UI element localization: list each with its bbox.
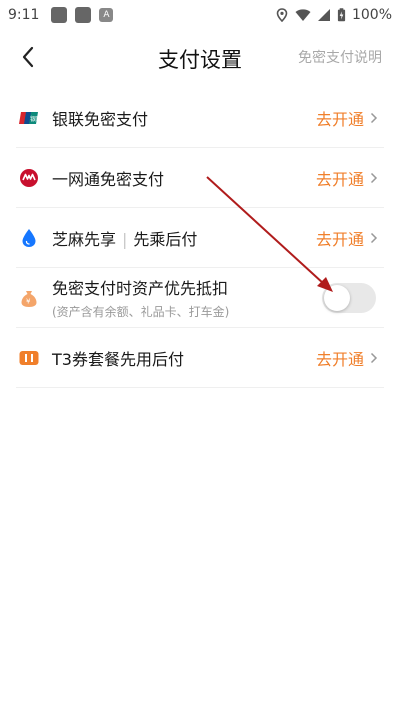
t3-coupon-icon [18, 347, 40, 369]
row-label: 免密支付时资产优先抵扣 [52, 279, 229, 298]
notification-icon [75, 7, 92, 23]
activate-button[interactable]: 去开通 [316, 226, 378, 250]
unionpay-icon: 银联 [18, 107, 40, 129]
money-bag-icon: ¥ [18, 287, 40, 309]
signal-icon [317, 9, 330, 21]
chevron-right-icon [370, 352, 378, 363]
asset-deduction-toggle[interactable] [322, 282, 376, 313]
row-label: 一网通免密支付 [52, 169, 165, 189]
status-time: 9:11 [8, 7, 40, 23]
notification-icon [51, 7, 68, 23]
row-t3-coupon[interactable]: T3券套餐先用后付 去开通 [16, 328, 384, 388]
location-icon [276, 8, 288, 22]
row-label: 银联免密支付 [52, 109, 149, 129]
sesame-drop-icon [18, 227, 40, 249]
row-label: T3券套餐先用后付 [52, 349, 184, 369]
row-asset-deduction: ¥ 免密支付时资产优先抵扣 (资产含有余额、礼品卡、打车金) [16, 268, 384, 328]
chevron-right-icon [370, 232, 378, 243]
row-label: 芝麻先享 | 先乘后付 [52, 226, 197, 250]
action-label: 去开通 [315, 109, 364, 129]
battery-percent: 100% [351, 7, 392, 23]
status-bar: 9:11 A 100% [0, 0, 400, 30]
row-text: 免密支付时资产优先抵扣 (资产含有余额、礼品卡、打车金) [52, 275, 229, 320]
wifi-icon [295, 9, 311, 21]
cmb-icon [18, 167, 40, 189]
svg-text:银联: 银联 [30, 115, 39, 123]
help-link[interactable]: 免密支付说明 [298, 47, 382, 67]
battery-icon [337, 8, 346, 22]
toggle-knob [324, 284, 350, 311]
header: 支付设置 免密支付说明 [0, 34, 400, 80]
row-sublabel: (资产含有余额、礼品卡、打车金) [52, 305, 230, 319]
row-label-main: 芝麻先享 [52, 229, 117, 249]
row-sesame[interactable]: 芝麻先享 | 先乘后付 去开通 [16, 208, 384, 268]
payment-settings-list: 银联 银联免密支付 去开通 一网通免密支付 去开通 [16, 88, 384, 388]
activate-button[interactable]: 去开通 [316, 106, 378, 130]
row-label-sub: 先乘后付 [133, 229, 198, 249]
action-label: 去开通 [315, 169, 364, 189]
separator: | [122, 229, 128, 249]
row-cmb-yiwangtong[interactable]: 一网通免密支付 去开通 [16, 148, 384, 208]
action-label: 去开通 [315, 349, 364, 369]
svg-text:¥: ¥ [26, 297, 31, 305]
row-unionpay[interactable]: 银联 银联免密支付 去开通 [16, 88, 384, 148]
status-right: 100% [275, 7, 392, 23]
action-label: 去开通 [315, 229, 364, 249]
chevron-right-icon [370, 172, 378, 183]
activate-button[interactable]: 去开通 [316, 166, 378, 190]
activate-button[interactable]: 去开通 [316, 346, 378, 370]
chevron-right-icon [370, 112, 378, 123]
a-app-icon: A [99, 8, 114, 22]
